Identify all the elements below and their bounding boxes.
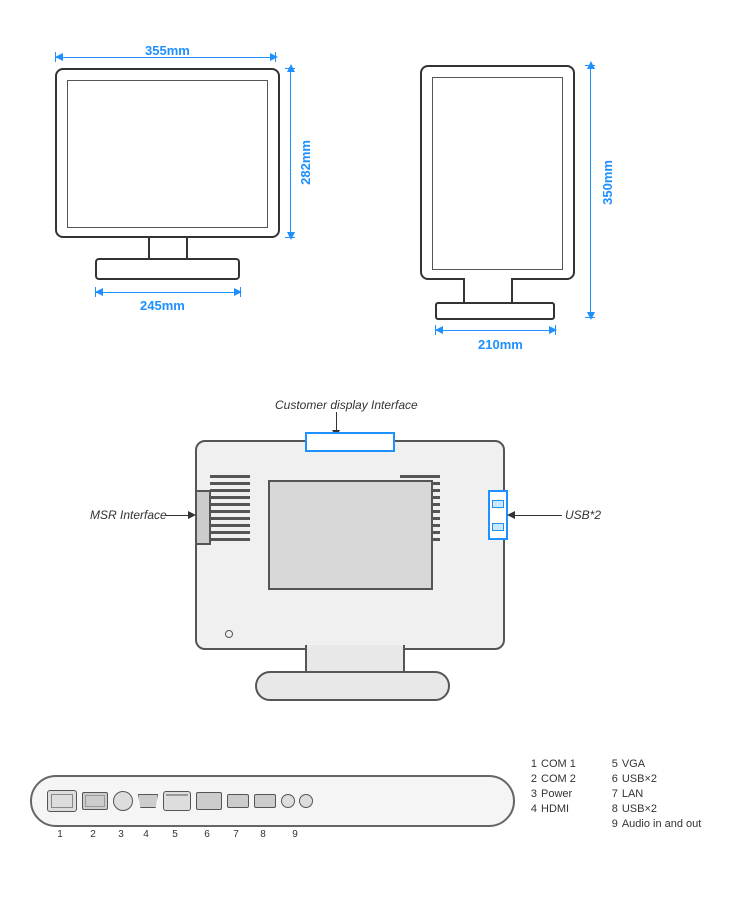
port-1 <box>47 790 77 812</box>
port-6 <box>196 792 222 810</box>
back-center-block <box>268 480 433 590</box>
monitor-side-screen <box>432 77 563 270</box>
legend-label-power: Power <box>541 788 572 800</box>
vent-left <box>210 475 250 555</box>
legend-label-com1: COM 1 <box>541 758 576 770</box>
usb-ports-back <box>488 490 508 540</box>
legend-num-8: 8 <box>606 803 618 815</box>
legend-label-usb2-2: USB×2 <box>622 803 657 815</box>
label-customer-display: Customer display Interface <box>275 398 418 412</box>
legend-num-5: 5 <box>606 758 618 770</box>
port-5 <box>163 791 191 811</box>
customer-display-port <box>305 432 395 452</box>
legend-left-col: 1 COM 1 2 COM 2 3 Power 4 HDMI <box>525 758 576 833</box>
legend-num-1: 1 <box>525 758 537 770</box>
monitor-front-base <box>95 258 240 280</box>
label-usb: USB*2 <box>565 508 601 522</box>
back-base <box>255 671 450 701</box>
label-msr: MSR Interface <box>90 508 167 522</box>
dim-355mm: 355mm <box>145 43 190 58</box>
legend-num-4: 4 <box>525 803 537 815</box>
dim-282mm: 282mm <box>298 140 313 185</box>
port-8 <box>254 794 276 808</box>
monitor-side-base <box>435 302 555 320</box>
legend-num-3: 3 <box>525 788 537 800</box>
dim-210mm: 210mm <box>478 337 523 352</box>
dim-350mm: 350mm <box>600 160 615 205</box>
port-3 <box>113 791 133 811</box>
connector-bar: 1 2 3 4 5 6 7 8 9 <box>30 775 515 830</box>
port-7 <box>227 794 249 808</box>
legend-label-lan: LAN <box>622 788 643 800</box>
legend-label-hdmi: HDMI <box>541 803 569 815</box>
legend-num-7: 7 <box>606 788 618 800</box>
legend-label-usb2-1: USB×2 <box>622 773 657 785</box>
legend: 1 COM 1 2 COM 2 3 Power 4 HDMI 5 <box>525 758 735 833</box>
diagram-area: 355mm 282mm 245mm 350mm 210mm Customer d… <box>0 0 750 898</box>
legend-label-vga: VGA <box>622 758 645 770</box>
port-4 <box>138 794 158 808</box>
monitor-front-screen <box>67 80 268 228</box>
legend-num-2: 2 <box>525 773 537 785</box>
back-dot <box>225 630 233 638</box>
legend-num-9: 9 <box>606 818 618 830</box>
dim-245mm: 245mm <box>140 298 185 313</box>
port-2 <box>82 792 108 810</box>
monitor-front-neck <box>148 238 188 260</box>
legend-num-6: 6 <box>606 773 618 785</box>
msr-slot <box>195 490 211 545</box>
legend-label-com2: COM 2 <box>541 773 576 785</box>
port-9 <box>281 794 313 808</box>
connector-outer <box>30 775 515 827</box>
legend-label-audio: Audio in and out <box>622 818 702 830</box>
legend-right-col: 5 VGA 6 USB×2 7 LAN 8 USB×2 9 Audio in <box>606 758 702 833</box>
